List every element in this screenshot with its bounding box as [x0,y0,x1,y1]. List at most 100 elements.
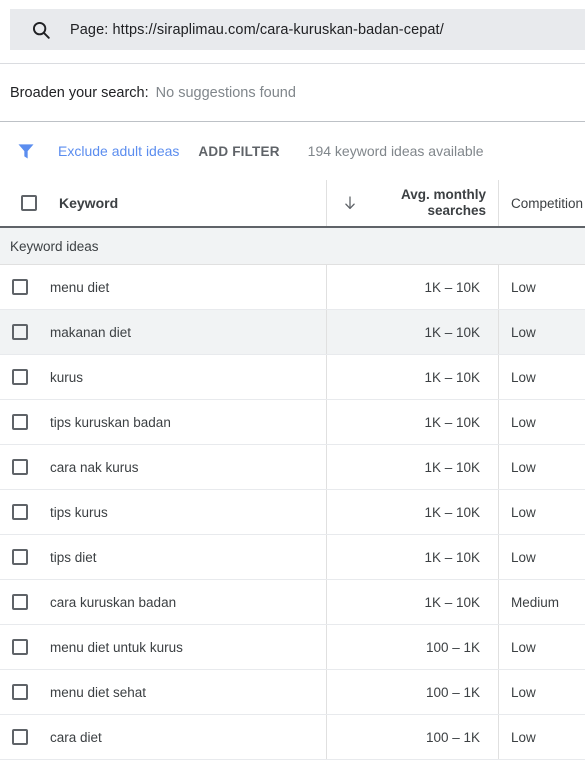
cell-competition: Low [498,490,585,534]
cell-keyword: makanan diet [0,310,326,354]
row-checkbox[interactable] [12,684,28,700]
table-row[interactable]: menu diet 1K – 10K Low [0,265,585,310]
avg-monthly-searches-text: 1K – 10K [424,279,480,295]
group-header-label: Keyword ideas [10,238,99,254]
competition-text: Low [511,729,536,745]
row-checkbox[interactable] [12,459,28,475]
row-checkbox[interactable] [12,549,28,565]
cell-competition: Low [498,445,585,489]
cell-avg-monthly-searches: 1K – 10K [326,445,498,489]
cell-competition: Low [498,715,585,759]
table-row[interactable]: menu diet sehat 100 – 1K Low [0,670,585,715]
competition-text: Low [511,459,536,475]
cell-avg-monthly-searches: 1K – 10K [326,535,498,579]
avg-monthly-searches-text: 1K – 10K [424,549,480,565]
cell-competition: Medium [498,580,585,624]
arrow-down-icon[interactable] [341,194,359,212]
cell-keyword: menu diet [0,265,326,309]
competition-text: Low [511,639,536,655]
cell-avg-monthly-searches: 100 – 1K [326,625,498,669]
broaden-search-row: Broaden your search: No suggestions foun… [0,64,585,121]
cell-keyword: kurus [0,355,326,399]
row-checkbox[interactable] [12,504,28,520]
competition-text: Low [511,369,536,385]
keyword-text[interactable]: tips diet [50,550,97,565]
table-row[interactable]: makanan diet 1K – 10K Low [0,310,585,355]
keyword-text[interactable]: menu diet sehat [50,685,146,700]
cell-competition: Low [498,400,585,444]
cell-competition: Low [498,355,585,399]
competition-text: Low [511,279,536,295]
keyword-text[interactable]: menu diet [50,280,109,295]
cell-avg-monthly-searches: 1K – 10K [326,265,498,309]
row-checkbox[interactable] [12,324,28,340]
avg-monthly-searches-text: 1K – 10K [424,504,480,520]
keyword-text[interactable]: kurus [50,370,83,385]
cell-keyword: tips diet [0,535,326,579]
filter-funnel-icon[interactable] [16,141,36,161]
cell-competition: Low [498,670,585,714]
search-query-text: Page: https://siraplimau.com/cara-kurusk… [70,21,444,38]
keyword-text[interactable]: cara nak kurus [50,460,139,475]
cell-keyword: cara diet [0,715,326,759]
table-row[interactable]: kurus 1K – 10K Low [0,355,585,400]
row-checkbox[interactable] [12,369,28,385]
header-cell-keyword: Keyword [0,180,326,226]
cell-keyword: cara kuruskan badan [0,580,326,624]
row-checkbox[interactable] [12,414,28,430]
header-cell-competition[interactable]: Competition [498,180,585,226]
cell-avg-monthly-searches: 1K – 10K [326,580,498,624]
avg-monthly-searches-text: 1K – 10K [424,414,480,430]
broaden-search-label: Broaden your search: [10,84,149,101]
table-row[interactable]: tips kuruskan badan 1K – 10K Low [0,400,585,445]
avg-monthly-searches-text: 100 – 1K [425,729,480,745]
competition-text: Low [511,414,536,430]
header-label-keyword[interactable]: Keyword [59,195,118,211]
cell-keyword: menu diet untuk kurus [0,625,326,669]
page-search-bar[interactable]: Page: https://siraplimau.com/cara-kurusk… [10,9,585,50]
cell-competition: Low [498,310,585,354]
competition-text: Low [511,549,536,565]
table-row[interactable]: tips diet 1K – 10K Low [0,535,585,580]
header-cell-avg-monthly-searches[interactable]: Avg. monthly searches [326,180,498,226]
cell-competition: Low [498,535,585,579]
table-row[interactable]: cara kuruskan badan 1K – 10K Medium [0,580,585,625]
exclude-adult-ideas-link[interactable]: Exclude adult ideas [58,143,179,159]
row-checkbox[interactable] [12,594,28,610]
avg-monthly-searches-text: 1K – 10K [424,594,480,610]
select-all-checkbox[interactable] [21,195,37,211]
cell-avg-monthly-searches: 1K – 10K [326,490,498,534]
avg-monthly-searches-text: 100 – 1K [425,639,480,655]
cell-keyword: menu diet sehat [0,670,326,714]
row-checkbox[interactable] [12,279,28,295]
table-row[interactable]: cara nak kurus 1K – 10K Low [0,445,585,490]
header-label-competition: Competition [511,195,584,211]
keyword-text[interactable]: cara diet [50,730,102,745]
table-row[interactable]: tips kurus 1K – 10K Low [0,490,585,535]
broaden-search-value: No suggestions found [155,84,296,101]
row-checkbox[interactable] [12,639,28,655]
keyword-text[interactable]: menu diet untuk kurus [50,640,183,655]
keyword-text[interactable]: tips kurus [50,505,108,520]
avg-monthly-searches-text: 100 – 1K [425,684,480,700]
table-row[interactable]: cara diet 100 – 1K Low [0,715,585,760]
competition-text: Low [511,684,536,700]
row-checkbox[interactable] [12,729,28,745]
keyword-text[interactable]: makanan diet [50,325,131,340]
keyword-text[interactable]: tips kuruskan badan [50,415,171,430]
header-label-avg-monthly-searches: Avg. monthly searches [401,187,486,219]
cell-avg-monthly-searches: 100 – 1K [326,670,498,714]
filter-bar: Exclude adult ideas ADD FILTER 194 keywo… [0,122,585,180]
table-row[interactable]: menu diet untuk kurus 100 – 1K Low [0,625,585,670]
competition-text: Low [511,324,536,340]
cell-keyword: tips kurus [0,490,326,534]
competition-text: Low [511,504,536,520]
cell-keyword: cara nak kurus [0,445,326,489]
add-filter-button[interactable]: ADD FILTER [198,144,279,159]
keyword-ideas-count: 194 keyword ideas available [307,143,484,159]
cell-competition: Low [498,625,585,669]
search-icon [30,19,52,41]
keyword-text[interactable]: cara kuruskan badan [50,595,176,610]
cell-keyword: tips kuruskan badan [0,400,326,444]
header-label-avg-line1: Avg. monthly [400,187,486,202]
